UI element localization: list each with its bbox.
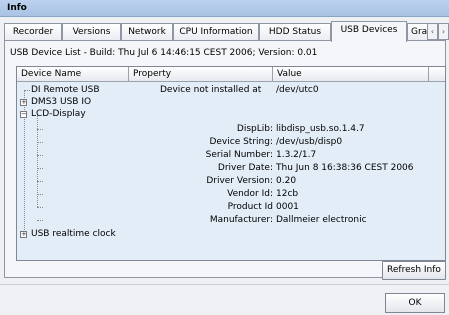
property-row[interactable]: Vendor Id: 12cb: [17, 188, 445, 200]
tree-branch: [37, 168, 43, 169]
property-row[interactable]: DispLib: libdisp_usb.so.1.4.7: [17, 123, 445, 135]
property-name: Manufacturer:: [209, 215, 273, 225]
property-name: Vendor Id:: [227, 189, 273, 199]
dialog-button-area: [0, 284, 449, 315]
property-value: /dev/usb/disp0: [276, 137, 343, 147]
expand-icon[interactable]: +: [20, 99, 27, 106]
usb-device-list[interactable]: Device Name Property Value DI Remote USB…: [16, 66, 446, 261]
property-value: 1.3.2/1.7: [276, 150, 317, 160]
property-row[interactable]: Manufacturer: Dallmeier electronic: [17, 214, 445, 226]
tab-versions[interactable]: Versions: [62, 23, 121, 41]
tree-branch: [37, 142, 43, 143]
tab-bar: Recorder Versions Network CPU Informatio…: [0, 21, 449, 42]
device-name: DI Remote USB: [31, 85, 100, 95]
list-item[interactable]: − LCD-Display: [17, 108, 445, 120]
tree-branch: [37, 207, 43, 208]
property-name: Device String:: [209, 137, 273, 147]
tree-branch: [37, 194, 43, 195]
list-item[interactable]: + USB realtime clock: [17, 228, 445, 240]
tab-hdd-status[interactable]: HDD Status: [259, 23, 331, 41]
device-property: Device not installed at: [160, 85, 262, 95]
device-name: USB realtime clock: [31, 229, 116, 239]
tab-usb-devices[interactable]: USB Devices: [331, 21, 407, 42]
column-header-value[interactable]: Value: [273, 67, 429, 82]
property-value: libdisp_usb.so.1.4.7: [276, 124, 365, 134]
property-name: DispLib:: [236, 124, 273, 134]
window-title: Info: [7, 3, 27, 13]
tab-recorder[interactable]: Recorder: [4, 23, 62, 41]
device-name: LCD-Display: [31, 109, 86, 119]
tab-scroll-buttons: ‹ ›: [427, 23, 449, 40]
tree-branch: [37, 155, 43, 156]
column-header-device-name[interactable]: Device Name: [17, 67, 129, 82]
property-row[interactable]: Product Id 0001: [17, 201, 445, 213]
device-name: DMS3 USB IO: [31, 97, 92, 107]
property-value: Thu Jun 8 16:38:36 CEST 2006: [276, 163, 414, 173]
refresh-info-button[interactable]: Refresh Info: [382, 261, 446, 280]
list-item[interactable]: DI Remote USB Device not installed at /d…: [17, 84, 445, 96]
tree-branch: [37, 129, 43, 130]
property-name: Driver Date:: [217, 163, 273, 173]
property-name: Serial Number:: [205, 150, 273, 160]
collapse-icon[interactable]: −: [20, 111, 27, 118]
device-value: /dev/utc0: [276, 85, 319, 95]
tree-branch: [37, 181, 43, 182]
property-row[interactable]: Serial Number: 1.3.2/1.7: [17, 149, 445, 161]
title-bar: Info: [0, 0, 449, 17]
ok-button[interactable]: OK: [385, 293, 445, 313]
property-row[interactable]: Driver Version: 0.20: [17, 175, 445, 187]
tab-scroll-right-icon[interactable]: ›: [438, 23, 449, 40]
tab-cpu-information[interactable]: CPU Information: [173, 23, 259, 41]
list-item[interactable]: + DMS3 USB IO: [17, 96, 445, 108]
column-header-property[interactable]: Property: [129, 67, 273, 82]
tab-network[interactable]: Network: [121, 23, 173, 41]
property-value: 0.20: [276, 176, 297, 186]
property-value: 0001: [276, 202, 299, 212]
expand-icon[interactable]: +: [20, 231, 27, 238]
tab-graphics[interactable]: Gra: [407, 23, 429, 41]
property-name: Product Id: [227, 202, 273, 212]
property-row[interactable]: Driver Date: Thu Jun 8 16:38:36 CEST 200…: [17, 162, 445, 174]
list-header: Device Name Property Value: [17, 67, 445, 82]
property-row[interactable]: Device String: /dev/usb/disp0: [17, 136, 445, 148]
tab-scroll-left-icon[interactable]: ‹: [427, 23, 438, 40]
tree-branch: [37, 220, 43, 221]
build-info-label: USB Device List - Build: Thu Jul 6 14:46…: [10, 48, 318, 58]
property-name: Driver Version:: [206, 176, 273, 186]
property-value: Dallmeier electronic: [276, 215, 367, 225]
property-value: 12cb: [276, 189, 299, 199]
